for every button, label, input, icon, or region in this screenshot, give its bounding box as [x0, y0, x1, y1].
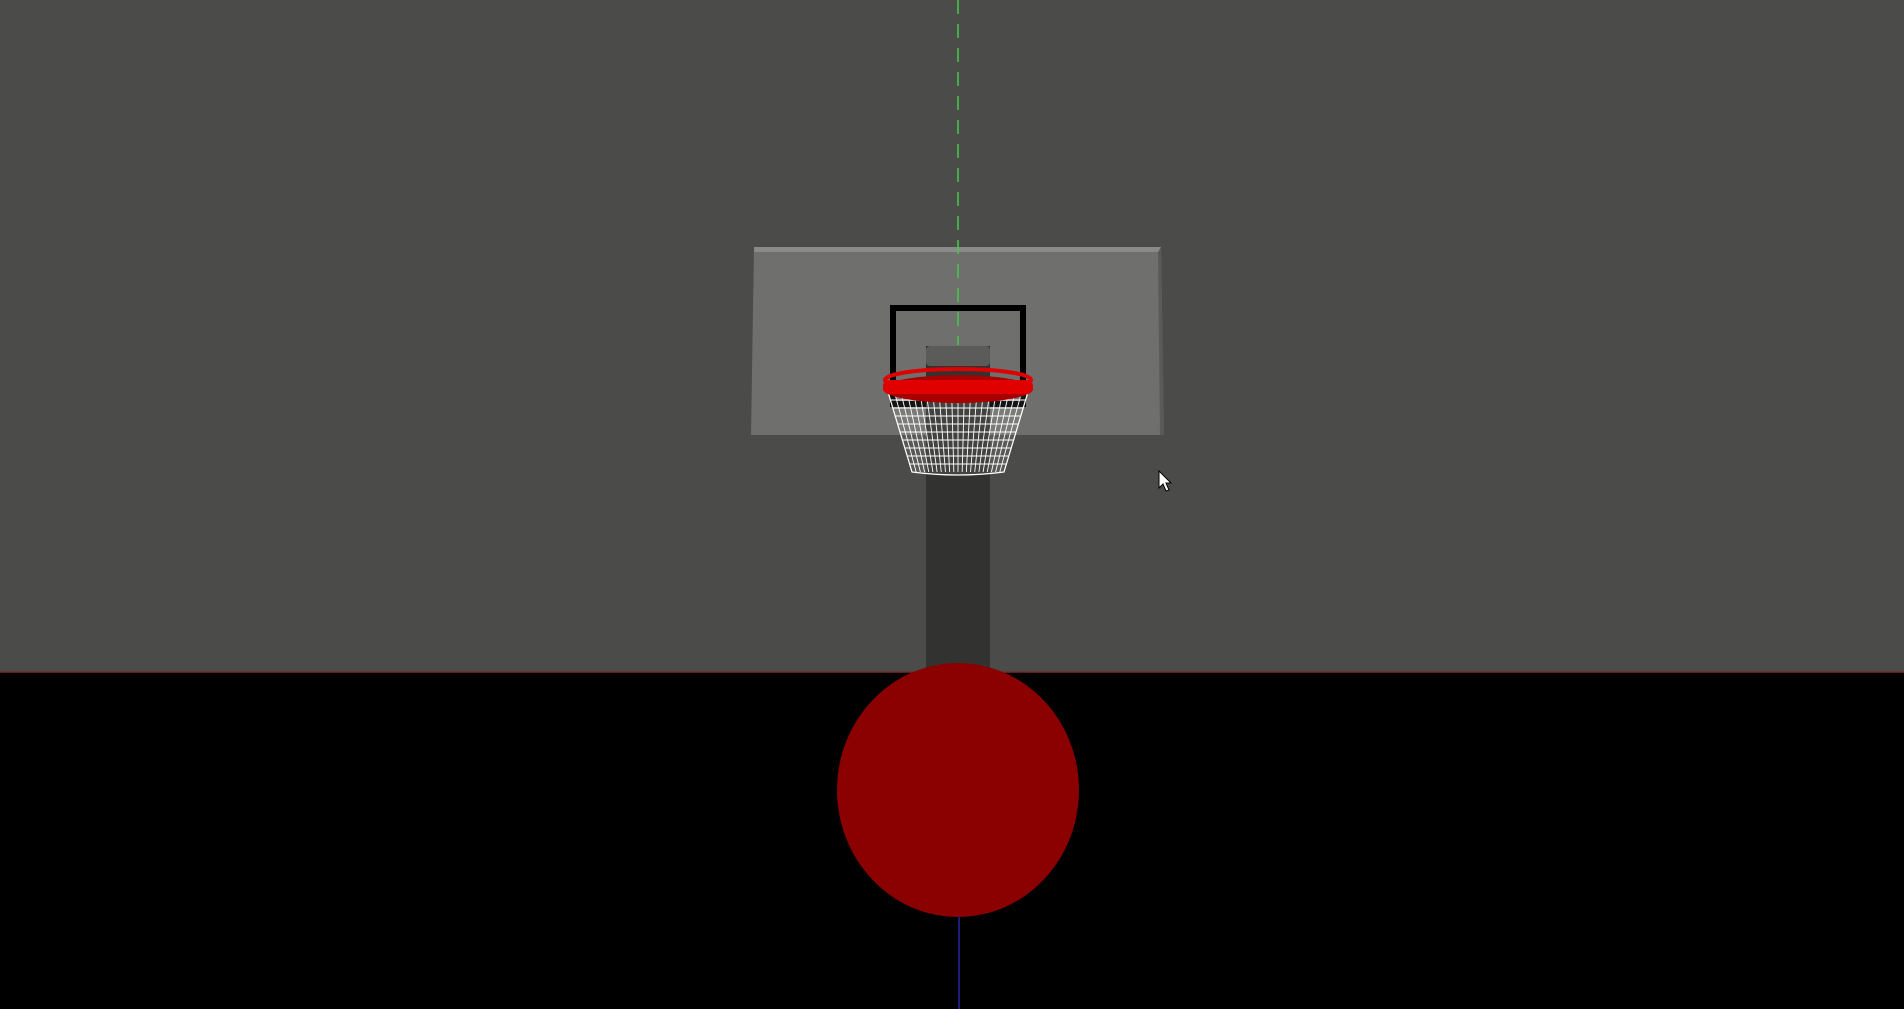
game-viewport[interactable] [0, 0, 1904, 1009]
net [887, 391, 1029, 476]
basketball[interactable] [837, 663, 1079, 917]
scene-3d[interactable] [0, 0, 1904, 1009]
pole-top [926, 346, 990, 366]
